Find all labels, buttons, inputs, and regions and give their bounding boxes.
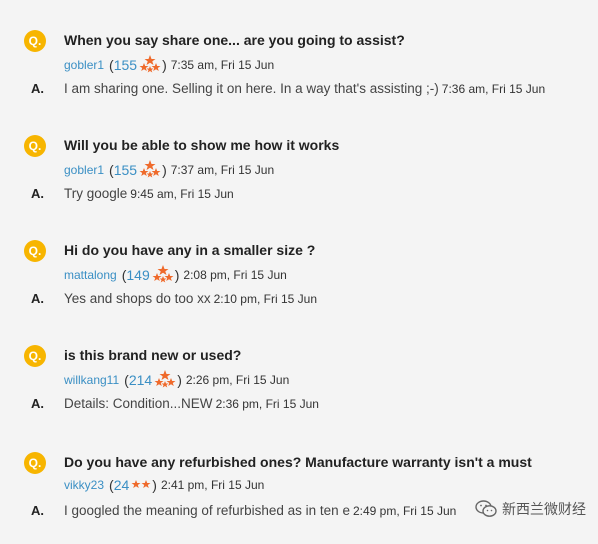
close-paren: ) [162,57,167,73]
question-meta: mattalong (149 ) 2:08 pm, Fri 15 Jun [64,265,287,285]
star-cluster-icon [139,160,161,178]
answer-time: 2:10 pm, Fri 15 Jun [213,292,317,306]
answer-label: A. [31,503,44,518]
wechat-icon [475,500,497,517]
qa-item: Q. When you say share one... are you goi… [0,30,598,122]
close-paren: ) [174,267,180,283]
question-badge: Q. [24,345,46,367]
question-text: is this brand new or used? [64,347,242,363]
username-link[interactable]: mattalong [64,268,117,282]
qa-item: Q. Hi do you have any in a smaller size … [0,240,598,332]
feedback-score[interactable]: (24 [109,477,129,493]
answer-time: 9:45 am, Fri 15 Jun [130,187,234,201]
question-time: 7:35 am, Fri 15 Jun [170,58,275,72]
feedback-score[interactable]: (155 [109,162,137,178]
question-text: Do you have any refurbished ones? Manufa… [64,454,532,470]
answer-text: Try google 9:45 am, Fri 15 Jun [64,186,234,201]
close-paren: ) [152,477,157,493]
answer-time: 7:36 am, Fri 15 Jun [441,82,546,96]
answer-text: I googled the meaning of refurbished as … [64,503,457,518]
qa-item: Q. is this brand new or used? willkang11… [0,345,598,437]
question-badge: Q. [24,30,46,52]
username-link[interactable]: gobler1 [64,58,104,72]
star-cluster-icon [152,265,174,283]
feedback-score[interactable]: (214 [124,372,152,388]
watermark: 新西兰微财经 [475,499,586,519]
close-paren: ) [162,162,167,178]
question-time: 2:26 pm, Fri 15 Jun [185,373,290,387]
close-paren: ) [177,372,182,388]
username-link[interactable]: vikky23 [64,478,104,492]
answer-label: A. [31,396,44,411]
question-text: Hi do you have any in a smaller size ? [64,242,316,258]
star-cluster-icon [154,370,176,388]
question-meta: gobler1 (155 ) 7:35 am, Fri 15 Jun [64,55,274,75]
question-text: Will you be able to show me how it works [64,137,340,153]
star-cluster-icon [139,55,161,73]
question-meta: vikky23 (24 ) 2:41 pm, Fri 15 Jun [64,477,264,493]
question-time: 2:08 pm, Fri 15 Jun [183,268,287,282]
username-link[interactable]: gobler1 [64,163,104,177]
answer-label: A. [31,186,44,201]
answer-text: I am sharing one. Selling it on here. In… [64,81,546,96]
question-time: 7:37 am, Fri 15 Jun [170,163,275,177]
answer-text: Details: Condition...NEW 2:36 pm, Fri 15 … [64,396,319,411]
question-badge: Q. [24,135,46,157]
feedback-score[interactable]: (149 [122,267,150,283]
answer-time: 2:49 pm, Fri 15 Jun [352,504,457,518]
answer-time: 2:36 pm, Fri 15 Jun [215,397,319,411]
question-time: 2:41 pm, Fri 15 Jun [160,478,265,492]
feedback-score[interactable]: (155 [109,57,137,73]
answer-label: A. [31,291,44,306]
question-badge: Q. [24,452,46,474]
question-text: When you say share one... are you going … [64,32,405,48]
watermark-text: 新西兰微财经 [502,501,586,517]
star-cluster-icon [131,480,151,488]
answer-text: Yes and shops do too xx 2:10 pm, Fri 15 J… [64,291,317,306]
answer-label: A. [31,81,44,96]
question-meta: willkang11 (214 ) 2:26 pm, Fri 15 Jun [64,370,289,390]
username-link[interactable]: willkang11 [64,373,119,387]
question-meta: gobler1 (155 ) 7:37 am, Fri 15 Jun [64,160,274,180]
question-badge: Q. [24,240,46,262]
qa-item: Q. Will you be able to show me how it wo… [0,135,598,227]
